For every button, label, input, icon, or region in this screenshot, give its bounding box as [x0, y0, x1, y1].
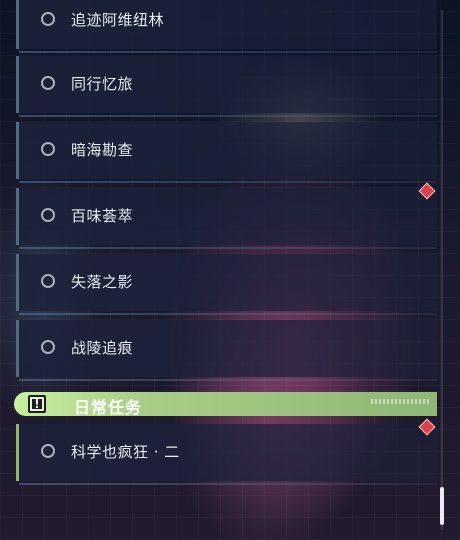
quest-item[interactable]: 暗海勘查 — [16, 122, 437, 183]
quest-label: 同行忆旅 — [71, 75, 134, 93]
quest-item[interactable]: 失落之影 — [16, 254, 437, 315]
empty-circle-icon — [41, 76, 55, 90]
daily-quest-item[interactable]: 科学也疯狂 · 二 — [16, 424, 437, 485]
quest-label: 失落之影 — [71, 273, 134, 291]
empty-circle-icon — [41, 340, 55, 354]
empty-circle-icon — [41, 274, 55, 288]
empty-circle-icon — [41, 444, 55, 458]
alert-square-icon — [28, 395, 46, 413]
empty-circle-icon — [41, 208, 55, 222]
empty-circle-icon — [41, 142, 55, 156]
decorative-stripe — [371, 399, 429, 404]
quest-label: 科学也疯狂 · 二 — [71, 443, 180, 461]
empty-circle-icon — [41, 12, 55, 26]
quest-label: 暗海勘查 — [71, 141, 134, 159]
quest-label: 战陵追痕 — [71, 339, 134, 357]
quest-item[interactable]: 百味荟萃 — [16, 188, 437, 249]
quest-item[interactable]: 追迹阿维纽林 — [16, 0, 437, 53]
quest-label: 百味荟萃 — [71, 207, 134, 225]
quest-item[interactable]: 同行忆旅 — [16, 56, 437, 117]
scrollbar-thumb[interactable] — [440, 487, 444, 525]
daily-section-header[interactable]: 日常任务 — [14, 392, 437, 417]
section-title: 日常任务 — [74, 398, 143, 417]
scrollbar-track[interactable] — [441, 10, 443, 530]
quest-item[interactable]: 战陵追痕 — [16, 320, 437, 381]
quest-label: 追迹阿维纽林 — [71, 11, 165, 29]
